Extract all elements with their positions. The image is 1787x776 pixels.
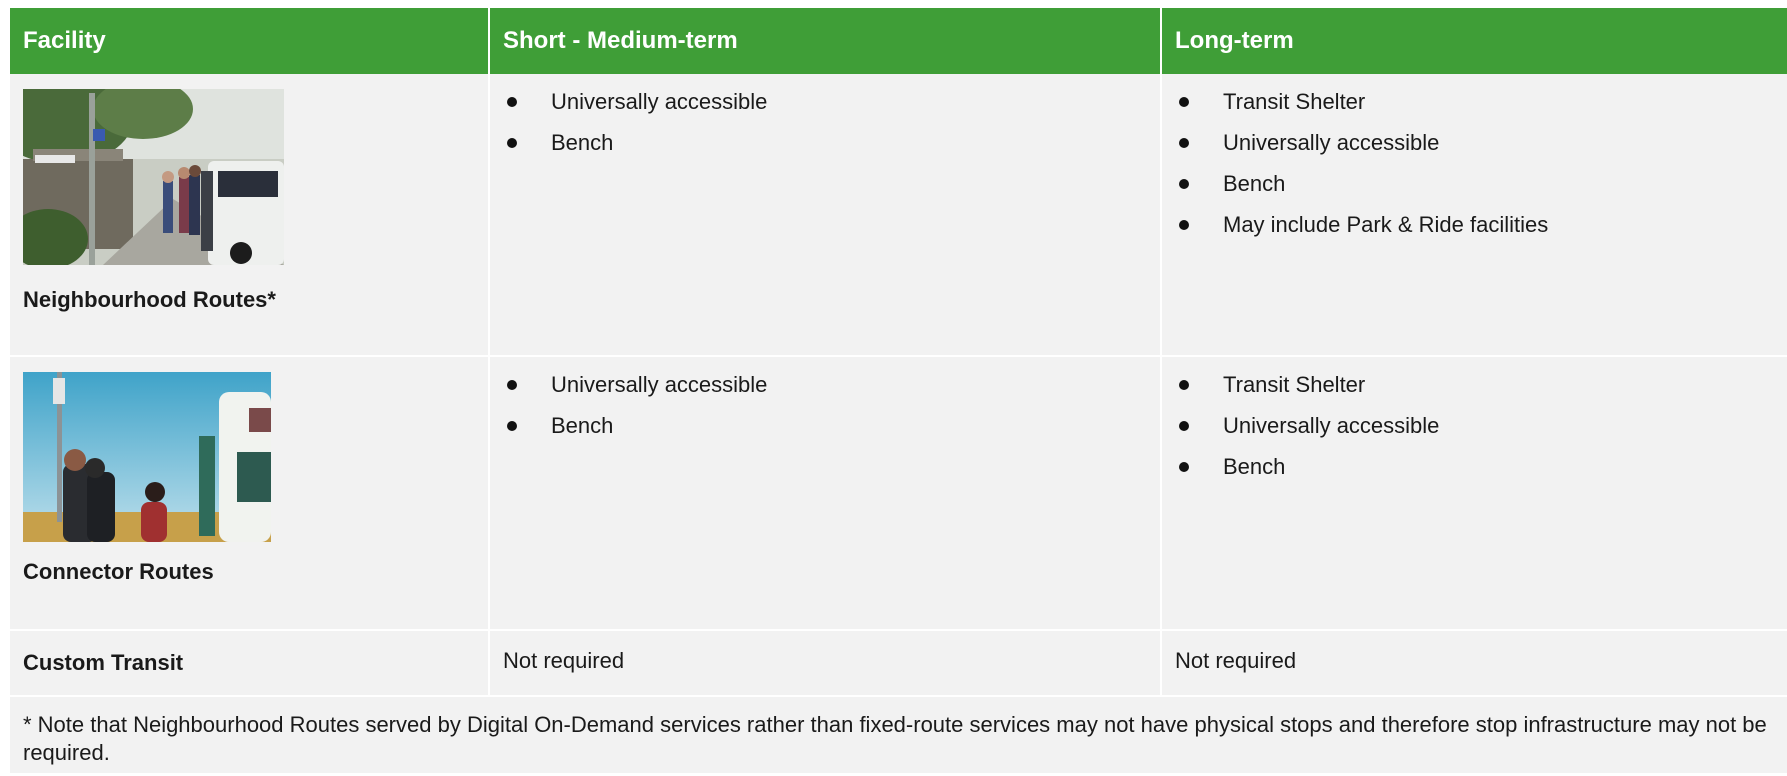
table-row: Connector Routes Universally accessible … bbox=[10, 356, 1787, 631]
bullet-icon bbox=[507, 138, 517, 148]
facility-name: Neighbourhood Routes* bbox=[23, 287, 276, 312]
list-item: Universally accessible bbox=[1175, 410, 1774, 451]
facility-cell: Connector Routes bbox=[10, 356, 490, 631]
facility-table: Facility Short - Medium-term Long-term N… bbox=[10, 8, 1787, 775]
bullet-icon bbox=[1179, 462, 1189, 472]
facility-name: Custom Transit bbox=[23, 650, 184, 675]
bullet-icon bbox=[507, 421, 517, 431]
bullet-icon bbox=[507, 97, 517, 107]
table-row: Custom Transit Not required Not required bbox=[10, 630, 1787, 697]
facility-name: Connector Routes bbox=[23, 559, 214, 584]
long-term-cell: Not required bbox=[1161, 630, 1787, 697]
list-item: Transit Shelter bbox=[1175, 86, 1774, 127]
list-item: May include Park & Ride facilities bbox=[1175, 209, 1774, 250]
bullet-icon bbox=[1179, 97, 1189, 107]
list-item: Universally accessible bbox=[503, 369, 1147, 410]
list-item: Universally accessible bbox=[503, 86, 1147, 127]
short-medium-value: Not required bbox=[503, 648, 625, 673]
list-item: Transit Shelter bbox=[1175, 369, 1774, 410]
long-term-value: Not required bbox=[1175, 648, 1297, 673]
list-item: Bench bbox=[503, 410, 1147, 451]
list-item: Bench bbox=[503, 127, 1147, 168]
header-short-medium-term: Short - Medium-term bbox=[489, 8, 1162, 74]
bullet-icon bbox=[1179, 220, 1189, 230]
long-term-list: Transit Shelter Universally accessible B… bbox=[1175, 86, 1774, 250]
bullet-icon bbox=[1179, 138, 1189, 148]
bus-stop-photo bbox=[23, 89, 284, 265]
table-header-row: Facility Short - Medium-term Long-term bbox=[10, 8, 1787, 74]
list-item: Bench bbox=[1175, 168, 1774, 209]
header-long-term: Long-term bbox=[1161, 8, 1787, 74]
passengers-at-bus-photo bbox=[23, 372, 271, 542]
short-medium-list: Universally accessible Bench bbox=[503, 369, 1147, 451]
short-medium-cell: Universally accessible Bench bbox=[489, 74, 1162, 357]
long-term-list: Transit Shelter Universally accessible B… bbox=[1175, 369, 1774, 492]
bullet-icon bbox=[1179, 380, 1189, 390]
bullet-icon bbox=[1179, 421, 1189, 431]
note-row: * Note that Neighbourhood Routes served … bbox=[10, 696, 1787, 775]
facility-cell: Neighbourhood Routes* bbox=[10, 74, 490, 357]
facility-table-wrapper: Facility Short - Medium-term Long-term N… bbox=[10, 8, 1787, 775]
table-row: Neighbourhood Routes* Universally access… bbox=[10, 74, 1787, 357]
long-term-cell: Transit Shelter Universally accessible B… bbox=[1161, 356, 1787, 631]
list-item: Universally accessible bbox=[1175, 127, 1774, 168]
short-medium-cell: Not required bbox=[489, 630, 1162, 697]
long-term-cell: Transit Shelter Universally accessible B… bbox=[1161, 74, 1787, 357]
bullet-icon bbox=[507, 380, 517, 390]
footnote: * Note that Neighbourhood Routes served … bbox=[10, 696, 1787, 775]
facility-cell: Custom Transit bbox=[10, 630, 490, 697]
short-medium-list: Universally accessible Bench bbox=[503, 86, 1147, 168]
bullet-icon bbox=[1179, 179, 1189, 189]
header-facility: Facility bbox=[10, 8, 490, 74]
short-medium-cell: Universally accessible Bench bbox=[489, 356, 1162, 631]
list-item: Bench bbox=[1175, 451, 1774, 492]
